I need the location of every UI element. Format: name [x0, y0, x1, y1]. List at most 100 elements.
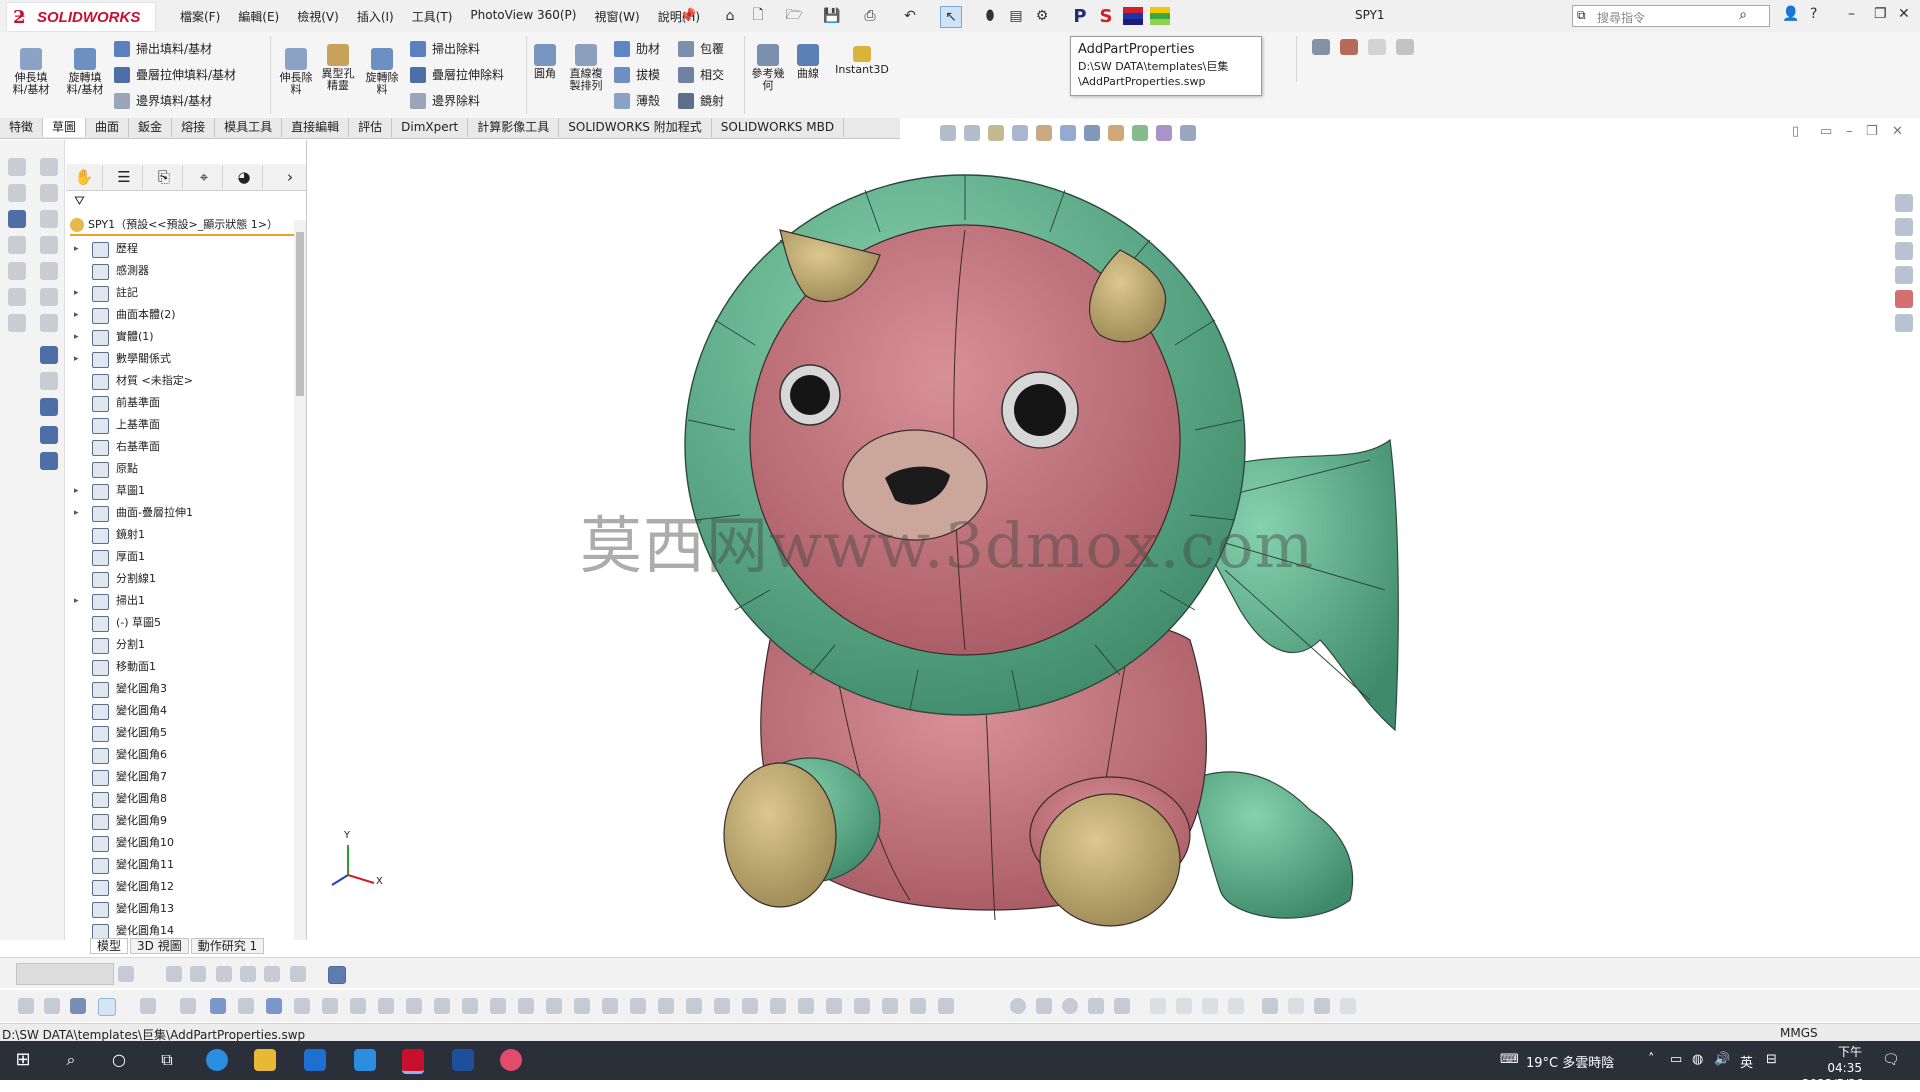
toolbar-icon[interactable] — [350, 998, 366, 1014]
notifications-icon[interactable]: 🗨 — [1882, 1052, 1900, 1068]
toolbar-icon[interactable] — [44, 998, 60, 1014]
toolbar-icon[interactable] — [826, 998, 842, 1014]
tool-icon[interactable] — [40, 314, 58, 332]
extrude-cut-button[interactable]: 伸長除 料 — [276, 48, 316, 96]
tree-node[interactable]: 變化圓角10 — [66, 832, 294, 854]
menu-file[interactable]: 檔案(F) — [180, 8, 220, 25]
select-cursor-icon[interactable] — [98, 998, 116, 1016]
tree-node[interactable]: 變化圓角4 — [66, 700, 294, 722]
tree-node[interactable]: 分割線1 — [66, 568, 294, 590]
flag-macro-icon[interactable] — [1123, 7, 1143, 25]
tool-icon[interactable] — [8, 184, 26, 202]
toolbar-icon[interactable] — [462, 998, 478, 1014]
section-view-icon[interactable] — [1012, 125, 1028, 141]
menu-photoview[interactable]: PhotoView 360(P) — [470, 8, 576, 25]
tree-node[interactable]: ▸ 實體(1) — [66, 326, 294, 348]
menu-window[interactable]: 視窗(W) — [594, 8, 639, 25]
tab-evaluate[interactable]: 評估 — [349, 118, 393, 137]
tool-icon[interactable] — [40, 210, 58, 228]
tree-node[interactable]: 變化圓角13 — [66, 898, 294, 920]
file-properties-icon[interactable]: ▤ — [1006, 6, 1026, 26]
toolbar-icon[interactable] — [742, 998, 758, 1014]
toolbar-icon[interactable] — [290, 966, 306, 982]
ime-indicator[interactable]: 英 — [1740, 1052, 1753, 1071]
globe-icon[interactable]: ◍ — [1692, 1052, 1703, 1067]
keyboard-icon[interactable]: ⌨ — [1500, 1052, 1519, 1067]
tool-icon[interactable] — [8, 314, 26, 332]
task-view-icon[interactable]: ⧉ — [156, 1049, 178, 1071]
toolbar-icon[interactable] — [770, 998, 786, 1014]
toolbar-icon[interactable] — [166, 966, 182, 982]
tree-scrollbar[interactable] — [294, 220, 306, 940]
revolve-boss-button[interactable]: 旋轉填 料/基材 — [62, 48, 108, 96]
tab-mbd[interactable]: SOLIDWORKS MBD — [712, 118, 845, 137]
menu-tools[interactable]: 工具(T) — [412, 8, 453, 25]
render-icon[interactable] — [1340, 39, 1358, 55]
volume-icon[interactable]: 🔊 — [1714, 1052, 1730, 1067]
boundary-cut-button[interactable]: 邊界除料 — [410, 92, 480, 109]
home-icon[interactable]: ⌂ — [720, 6, 740, 26]
close-icon[interactable]: ✕ — [1898, 6, 1910, 22]
user-icon[interactable]: 👤 — [1782, 6, 1799, 22]
edge-browser-icon[interactable] — [206, 1049, 228, 1071]
display-style-icon[interactable] — [1084, 125, 1100, 141]
extrude-boss-button[interactable]: 伸長填 料/基材 — [8, 48, 54, 96]
toolbar-icon[interactable] — [1202, 998, 1218, 1014]
tree-node[interactable]: 變化圓角6 — [66, 744, 294, 766]
sweep-cut-button[interactable]: 掃出除料 — [410, 40, 480, 57]
solidworks-logo[interactable]: ƻ SOLIDWORKS — [6, 2, 156, 32]
display-manager-tab-icon[interactable]: ◕ — [226, 166, 263, 188]
zoom-to-fit-icon[interactable] — [940, 125, 956, 141]
tree-node[interactable]: ▸ 註記 — [66, 282, 294, 304]
tree-node[interactable]: 原點 — [66, 458, 294, 480]
viewport-restore-icon[interactable]: ❐ — [1866, 124, 1878, 139]
tab-motion-study[interactable]: 動作研究 1 — [190, 938, 265, 954]
tree-node[interactable]: ▸ 掃出1 — [66, 590, 294, 612]
search-icon[interactable]: ⌕ — [1739, 7, 1747, 23]
tab-render-tools[interactable]: 計算影像工具 — [468, 118, 560, 137]
dynamic-annotation-icon[interactable] — [1036, 125, 1052, 141]
save-icon[interactable]: 💾 — [822, 6, 842, 26]
tree-node[interactable]: 變化圓角11 — [66, 854, 294, 876]
view-palette-icon[interactable] — [1895, 266, 1913, 284]
camera-icon[interactable] — [1312, 39, 1330, 55]
solidworks-taskbar-icon[interactable] — [402, 1049, 424, 1074]
tool-icon[interactable] — [40, 398, 58, 416]
viewport-close-icon[interactable]: ✕ — [1892, 124, 1903, 139]
chevron-up-icon[interactable]: ˄ — [1648, 1052, 1655, 1067]
tree-node[interactable]: 變化圓角9 — [66, 810, 294, 832]
pin-icon[interactable]: 📌 — [678, 6, 698, 26]
mirror-button[interactable]: 鏡射 — [678, 92, 724, 109]
network-icon[interactable]: ▭ — [1670, 1052, 1682, 1067]
tree-root-part[interactable]: SPY1（預設<<預設>_顯示狀態 1>） — [70, 216, 294, 236]
dimxpert-manager-tab-icon[interactable]: ⌖ — [186, 166, 223, 188]
tree-node[interactable]: 分割1 — [66, 634, 294, 656]
solidworks-resources-icon[interactable] — [1895, 194, 1913, 212]
boundary-boss-button[interactable]: 邊界填料/基材 — [114, 92, 212, 109]
loft-boss-button[interactable]: 疊層拉伸填料/基材 — [114, 66, 236, 83]
trim-icon[interactable] — [1088, 998, 1104, 1014]
instant3d-button[interactable]: Instant3D — [832, 46, 892, 76]
input-mode-icon[interactable]: ⊟ — [1766, 1052, 1777, 1067]
toolbar-icon[interactable] — [574, 998, 590, 1014]
toolbar-icon[interactable] — [714, 998, 730, 1014]
search-commands-input[interactable]: ⧉ 搜尋指令 ⌕ — [1572, 5, 1770, 27]
tool-icon[interactable] — [40, 262, 58, 280]
toolbar-icon[interactable] — [140, 998, 156, 1014]
toolbar-icon[interactable] — [602, 998, 618, 1014]
configuration-manager-tab-icon[interactable]: ⎘ — [146, 166, 183, 188]
expand-arrow-icon[interactable]: ▸ — [74, 326, 79, 348]
toolbar-icon[interactable] — [238, 998, 254, 1014]
tool-icon[interactable] — [40, 236, 58, 254]
minimize-icon[interactable]: – — [1848, 6, 1855, 22]
loft-cut-button[interactable]: 疊層拉伸除料 — [410, 66, 504, 83]
tree-node[interactable]: ▸ 歷程 — [66, 238, 294, 260]
toolbar-icon[interactable] — [1228, 998, 1244, 1014]
cortana-icon[interactable]: ○ — [108, 1049, 130, 1071]
toolbar-icon[interactable] — [322, 998, 338, 1014]
design-library-icon[interactable] — [1895, 218, 1913, 236]
screen-capture-icon[interactable] — [1368, 39, 1386, 55]
store-icon[interactable] — [304, 1049, 326, 1071]
angle-icon[interactable] — [1114, 998, 1130, 1014]
tool-icon[interactable] — [40, 452, 58, 470]
